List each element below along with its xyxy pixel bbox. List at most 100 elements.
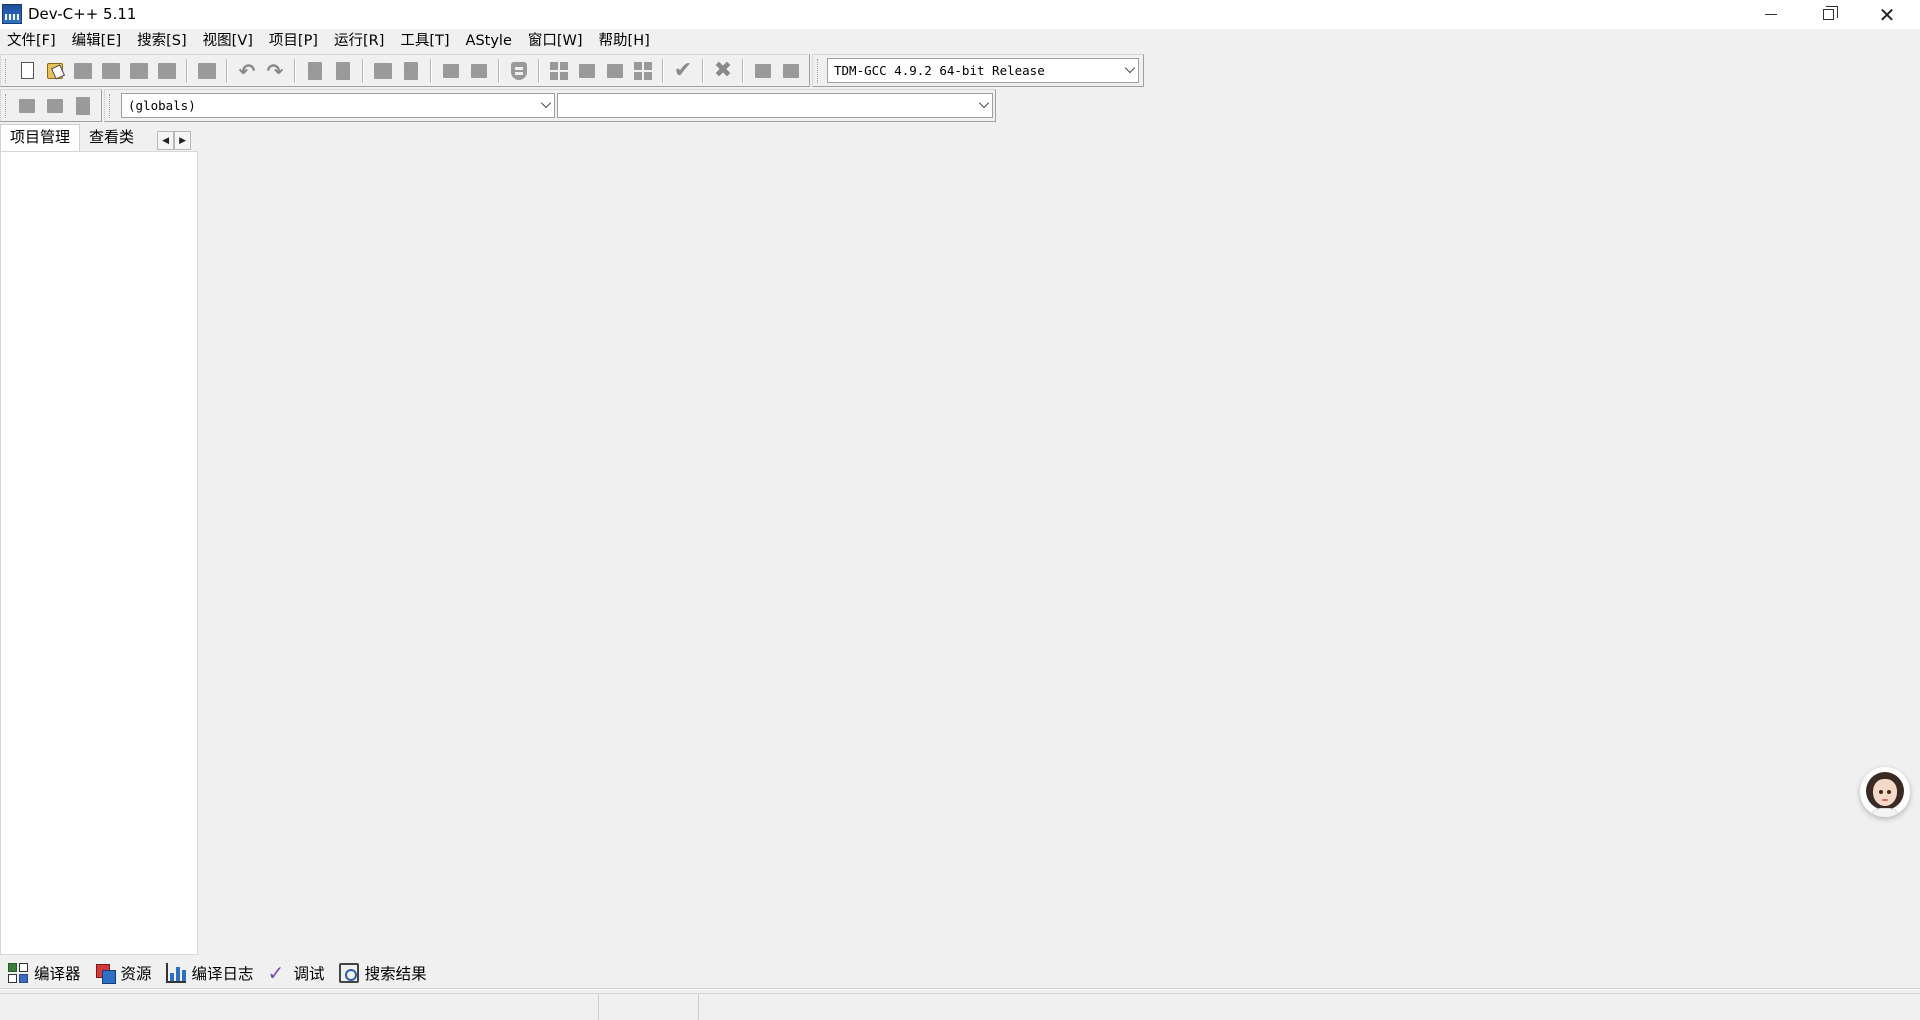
stop-icon: ✖ <box>713 57 733 83</box>
resources-icon <box>95 963 116 984</box>
tab-scroll-right-button[interactable]: ▶ <box>174 131 192 150</box>
window-title: Dev-C++ 5.11 <box>28 5 137 23</box>
compile-run-icon <box>607 63 623 78</box>
tab-compile-log-label: 编译日志 <box>191 965 254 983</box>
chevron-down-icon <box>1124 62 1136 74</box>
toolbar-separator <box>294 58 296 83</box>
new-file-button[interactable] <box>13 57 41 85</box>
toolbar-grip[interactable] <box>5 93 9 118</box>
tab-debug[interactable]: ✓ 调试 <box>260 959 331 987</box>
compiler-icon <box>8 963 28 983</box>
function-select[interactable] <box>557 93 993 118</box>
stop-execution-button[interactable]: ✖ <box>709 57 737 85</box>
new-file-icon <box>20 62 34 79</box>
menu-file[interactable]: 文件[F] <box>0 29 64 53</box>
find-button[interactable] <box>301 57 329 85</box>
toolbar-grip[interactable] <box>5 58 9 83</box>
tab-debug-label: 调试 <box>293 965 325 983</box>
remove-from-project-button[interactable] <box>69 92 97 120</box>
syntax-check-button[interactable]: ✔ <box>669 57 697 85</box>
run-button[interactable] <box>573 57 601 85</box>
unindent-icon <box>471 63 487 78</box>
menu-search[interactable]: 搜索[S] <box>129 29 195 53</box>
compile-button[interactable] <box>545 57 573 85</box>
rebuild-button[interactable] <box>629 57 657 85</box>
toolbar-separator <box>702 58 704 83</box>
close-all-icon <box>158 62 176 79</box>
toolbar-separator <box>430 58 432 83</box>
minimize-icon <box>1765 14 1777 15</box>
tab-compile-log[interactable]: 编译日志 <box>158 959 260 987</box>
replace-button[interactable] <box>329 57 357 85</box>
goto-line-button[interactable] <box>397 57 425 85</box>
profile-icon <box>755 63 771 78</box>
project-tree-panel[interactable] <box>0 151 198 955</box>
redo-button[interactable]: ↷ <box>261 57 289 85</box>
restore-button[interactable] <box>1799 0 1857 29</box>
profile-button[interactable] <box>749 57 777 85</box>
close-file-button[interactable] <box>125 57 153 85</box>
toolbar-separator <box>226 58 228 83</box>
left-panel-tabs: 项目管理 查看类 ◀ ▶ <box>0 124 192 151</box>
close-button[interactable]: ✕ <box>1858 0 1916 29</box>
close-file-icon <box>130 62 148 79</box>
dev-cpp-icon[interactable] <box>2 4 22 24</box>
compiler-select[interactable]: TDM-GCC 4.9.2 64-bit Release <box>827 58 1139 83</box>
compile-run-button[interactable] <box>601 57 629 85</box>
toolbar-separator <box>662 58 664 83</box>
menu-help[interactable]: 帮助[H] <box>591 29 658 53</box>
tab-resources-label: 资源 <box>120 965 152 983</box>
assistant-avatar-icon[interactable] <box>1860 767 1910 817</box>
bottom-panel-tabs: 编译器 资源 编译日志 ✓ 调试 搜索结果 <box>0 959 433 987</box>
tab-scroll-left-button[interactable]: ◀ <box>157 131 175 150</box>
undo-button[interactable]: ↶ <box>233 57 261 85</box>
open-button[interactable] <box>41 57 69 85</box>
search-results-icon <box>338 963 359 983</box>
status-cell-position <box>0 994 599 1020</box>
print-button[interactable] <box>193 57 221 85</box>
close-all-button[interactable] <box>153 57 181 85</box>
toolbar-separator <box>742 58 744 83</box>
menu-tools[interactable]: 工具[T] <box>392 29 457 53</box>
menu-view[interactable]: 视图[V] <box>195 29 261 53</box>
save-all-button[interactable] <box>97 57 125 85</box>
toolbar-grip[interactable] <box>817 58 821 83</box>
compiler-select-value: TDM-GCC 4.9.2 64-bit Release <box>834 63 1045 78</box>
redo-icon: ↷ <box>266 58 284 83</box>
unindent-button[interactable] <box>465 57 493 85</box>
tab-class-browser[interactable]: 查看类 <box>80 125 143 151</box>
minimize-button[interactable] <box>1742 0 1800 29</box>
open-folder-icon <box>47 62 63 79</box>
bottom-panel-divider[interactable] <box>0 988 1920 990</box>
toolbar-separator <box>362 58 364 83</box>
restore-icon <box>1822 6 1838 20</box>
new-project-button[interactable] <box>13 92 41 120</box>
tab-project-manager[interactable]: 项目管理 <box>0 124 81 151</box>
save-button[interactable] <box>69 57 97 85</box>
status-cell-mode <box>599 994 699 1020</box>
debug-check-icon: ✓ <box>267 961 285 985</box>
delete-profile-button[interactable] <box>777 57 805 85</box>
find-next-icon <box>374 62 392 79</box>
menu-window[interactable]: 窗口[W] <box>520 29 591 53</box>
tab-compiler-label: 编译器 <box>34 965 81 983</box>
menu-run[interactable]: 运行[R] <box>326 29 392 53</box>
compiler-toolbar: TDM-GCC 4.9.2 64-bit Release <box>812 54 1144 87</box>
undo-icon: ↶ <box>238 58 256 83</box>
new-project-icon <box>19 98 35 113</box>
menu-edit[interactable]: 编辑[E] <box>64 29 129 53</box>
tab-compiler[interactable]: 编译器 <box>0 959 87 987</box>
toggle-bookmark-button[interactable] <box>505 57 533 85</box>
menu-astyle[interactable]: AStyle <box>458 29 520 53</box>
indent-button[interactable] <box>437 57 465 85</box>
menu-project[interactable]: 项目[P] <box>261 29 326 53</box>
add-to-project-icon <box>47 98 63 113</box>
bookmark-icon <box>511 61 527 80</box>
add-to-project-button[interactable] <box>41 92 69 120</box>
tab-search-results[interactable]: 搜索结果 <box>331 959 433 987</box>
remove-from-project-icon <box>76 96 90 115</box>
tab-resources[interactable]: 资源 <box>87 959 158 987</box>
find-next-button[interactable] <box>369 57 397 85</box>
toolbar-grip[interactable] <box>109 93 113 118</box>
scope-select[interactable]: (globals) <box>121 93 555 118</box>
